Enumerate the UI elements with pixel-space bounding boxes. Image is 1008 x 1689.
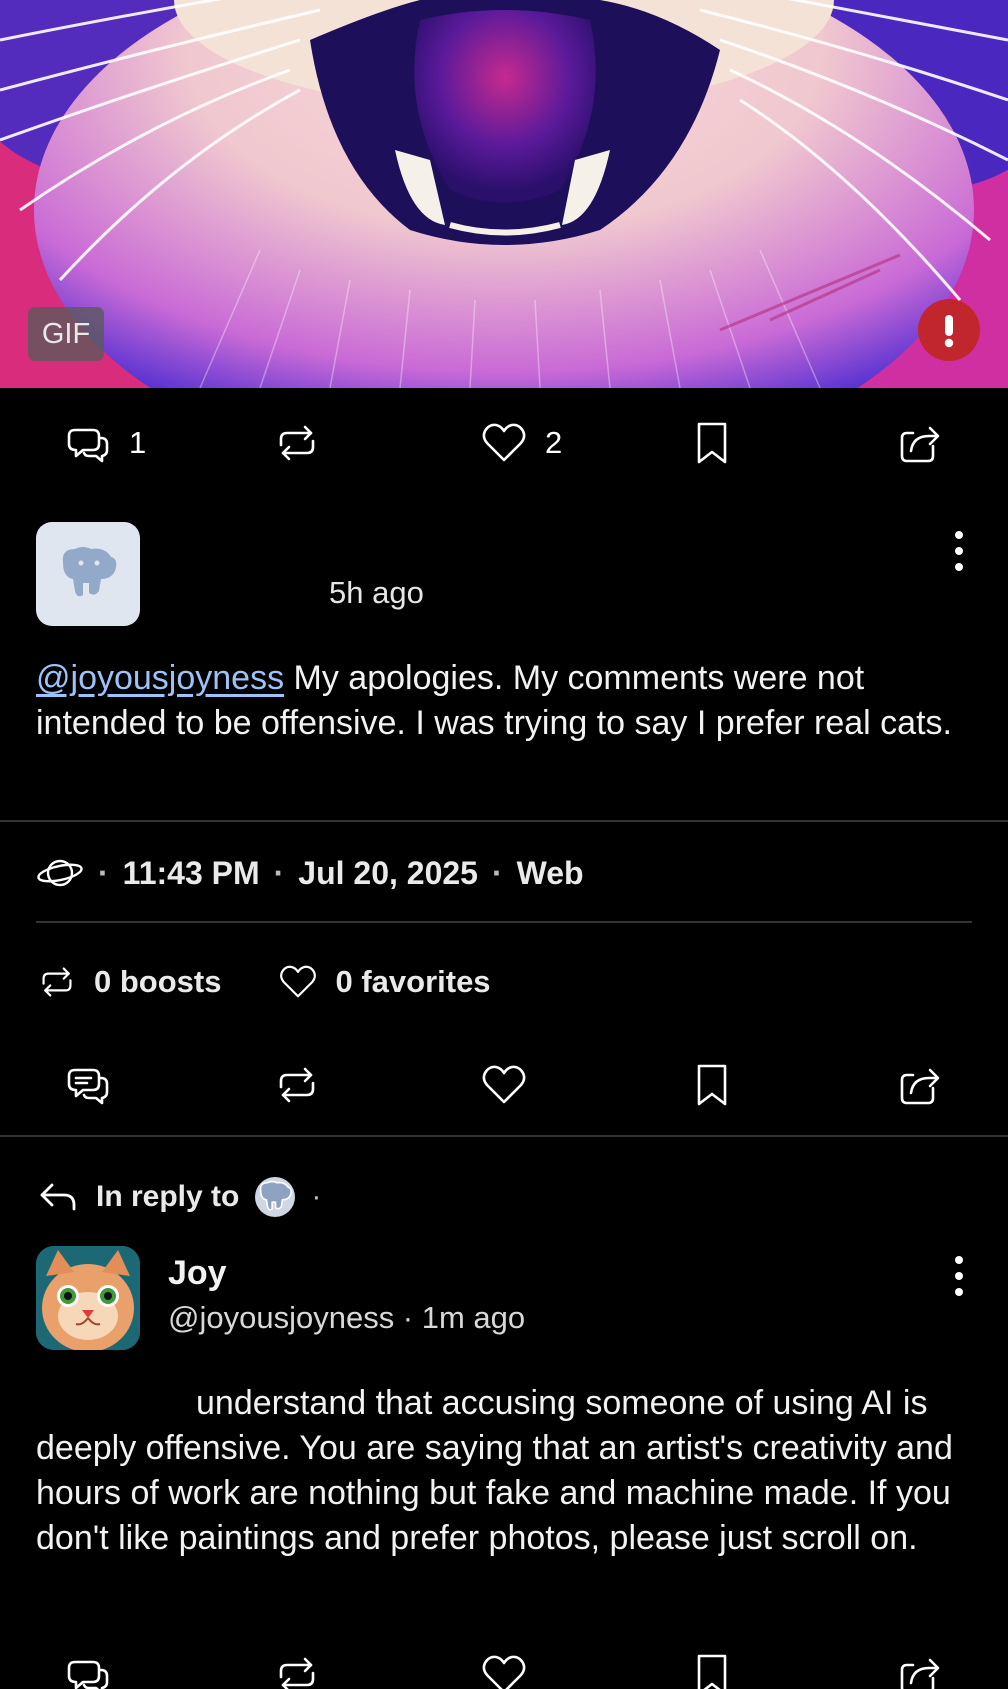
bookmark-icon [697,1064,727,1106]
mastodon-elephant-icon [260,1180,293,1211]
post-date: Jul 20, 2025 [298,854,478,891]
cat-avatar-image [36,1246,140,1350]
share-icon [900,1068,940,1105]
reply-button[interactable] [63,1050,113,1120]
favorites-count-label: 0 favorites [335,964,491,999]
divider [36,921,972,923]
favorite-button[interactable]: 2 [479,408,562,478]
comment-icon [67,1660,109,1689]
reply-action-bar [0,1640,1008,1689]
reply-text: understand that accusing someone of usin… [36,1384,953,1557]
share-button[interactable] [895,1640,945,1689]
reply-button[interactable] [63,1640,113,1689]
comments-icon [67,1068,109,1105]
reply-count: 1 [129,425,147,460]
post-action-bar-original: 1 2 [0,408,1008,478]
in-reply-to-separator: · [311,1180,322,1213]
heart-icon [482,1065,526,1104]
favorite-button[interactable] [479,1050,529,1120]
comment-icon [67,428,109,463]
dot-icon [955,1256,963,1264]
bookmark-button[interactable] [687,1640,737,1689]
in-reply-to-row[interactable]: In reply to · [36,1172,321,1222]
reply-more-options-button[interactable] [949,1256,969,1296]
divider [0,1135,1008,1137]
post-more-options-button[interactable] [949,531,969,571]
favorite-count: 2 [545,425,563,460]
replied-user-avatar [255,1177,296,1217]
author-avatar[interactable] [36,522,140,626]
reply-author-name[interactable]: Joy [168,1254,227,1293]
bookmark-button[interactable] [687,408,737,478]
reply-author-avatar[interactable] [36,1246,140,1350]
boost-button[interactable] [272,1640,322,1689]
post-media-image[interactable]: GIF [0,0,1008,388]
reply-content: understand that accusing someone of usin… [36,1381,981,1561]
heart-icon [280,965,317,998]
in-reply-to-label: In reply to [96,1180,240,1213]
dot-icon [955,547,963,555]
heart-icon [482,423,526,462]
dot-icon [955,1272,963,1280]
boosts-stat[interactable]: 0 boosts [36,961,221,1003]
exclamation-icon [944,315,954,348]
post-meta: · 11:43 PM · Jul 20, 2025 · Web [36,848,584,898]
share-button[interactable] [895,1050,945,1120]
post-time: 11:43 PM [122,854,260,891]
boost-icon [279,1067,315,1103]
bookmark-button[interactable] [687,1050,737,1120]
post-action-bar-focused [0,1050,1008,1120]
favorite-button[interactable] [479,1640,529,1689]
mastodon-elephant-icon [62,547,117,597]
boost-button[interactable] [272,1050,322,1120]
cat-mouth-painting [0,0,1008,388]
globe-icon[interactable] [36,853,84,893]
post-stats: 0 boosts 0 favorites [36,957,547,1007]
alt-text-warning-button[interactable] [918,299,980,361]
reply-button[interactable]: 1 [63,408,146,478]
boost-icon [279,1657,315,1689]
bookmark-icon [697,422,727,464]
reply-author-handle[interactable]: @joyousjoyness · 1m ago [168,1300,525,1336]
boost-icon [279,425,315,461]
post-content: @joyousjoyness My apologies. My comments… [36,656,976,746]
dot-icon [955,531,963,539]
favorites-stat[interactable]: 0 favorites [277,961,491,1003]
share-button[interactable] [895,408,945,478]
reply-arrow-icon [40,1183,76,1211]
heart-icon [482,1655,526,1689]
boost-button[interactable] [272,408,322,478]
boost-icon [42,967,72,997]
share-icon [900,1658,940,1689]
share-icon [900,426,940,463]
meta-separator: · [491,854,503,891]
bookmark-icon [697,1654,727,1689]
dot-icon [955,1288,963,1296]
gif-badge[interactable]: GIF [28,307,104,361]
post-timestamp[interactable]: 5h ago [329,575,424,611]
post-client: Web [516,854,584,891]
divider [0,820,1008,822]
meta-separator: · [98,854,109,891]
mention-link[interactable]: @joyousjoyness [36,659,284,697]
boosts-count-label: 0 boosts [94,964,222,999]
dot-icon [955,563,963,571]
meta-separator: · [273,854,285,891]
